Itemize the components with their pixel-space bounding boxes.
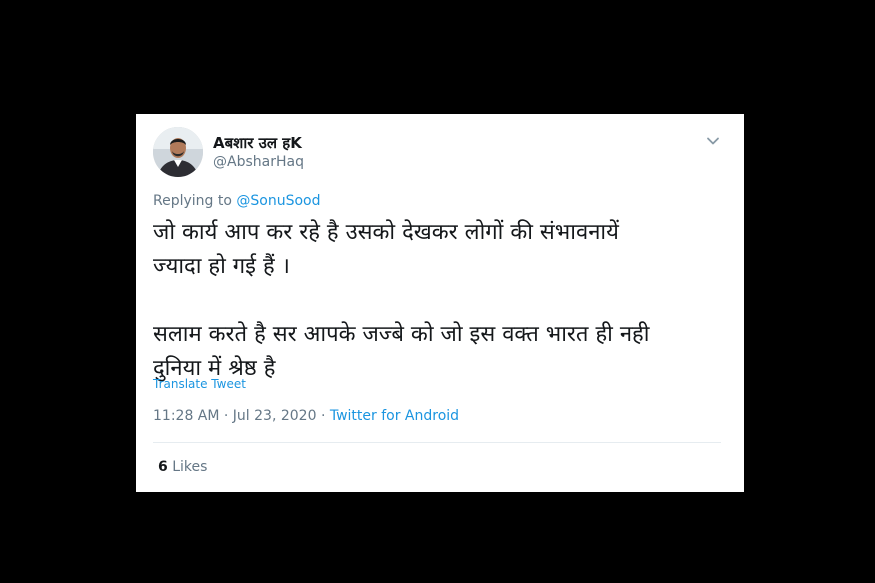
- replying-to: Replying to @SonuSood: [153, 193, 321, 209]
- source-link[interactable]: Twitter for Android: [330, 408, 459, 424]
- reply-mention-link[interactable]: @SonuSood: [236, 193, 320, 209]
- tweet-text: जो कार्य आप कर रहे है उसको देखकर लोगों क…: [153, 220, 650, 381]
- tweet-card: Aबशार उल हK @AbsharHaq Replying to @Sonu…: [136, 114, 744, 492]
- likes-label: Likes: [172, 459, 208, 475]
- user-handle[interactable]: @AbsharHaq: [213, 154, 304, 170]
- avatar-image: [153, 127, 203, 177]
- translate-tweet-link[interactable]: Translate Tweet: [153, 377, 246, 391]
- likes-count: 6: [158, 459, 168, 475]
- chevron-down-icon[interactable]: [704, 132, 722, 150]
- divider: [153, 442, 721, 443]
- likes-stat[interactable]: 6 Likes: [158, 459, 207, 475]
- tweet-metadata: 11:28 AM · Jul 23, 2020 · Twitter for An…: [153, 408, 459, 424]
- display-name[interactable]: Aबशार उल हK: [213, 133, 302, 153]
- meta-separator: ·: [316, 408, 330, 424]
- replying-prefix: Replying to: [153, 193, 232, 209]
- avatar[interactable]: [153, 127, 203, 177]
- timestamp[interactable]: 11:28 AM · Jul 23, 2020: [153, 408, 317, 424]
